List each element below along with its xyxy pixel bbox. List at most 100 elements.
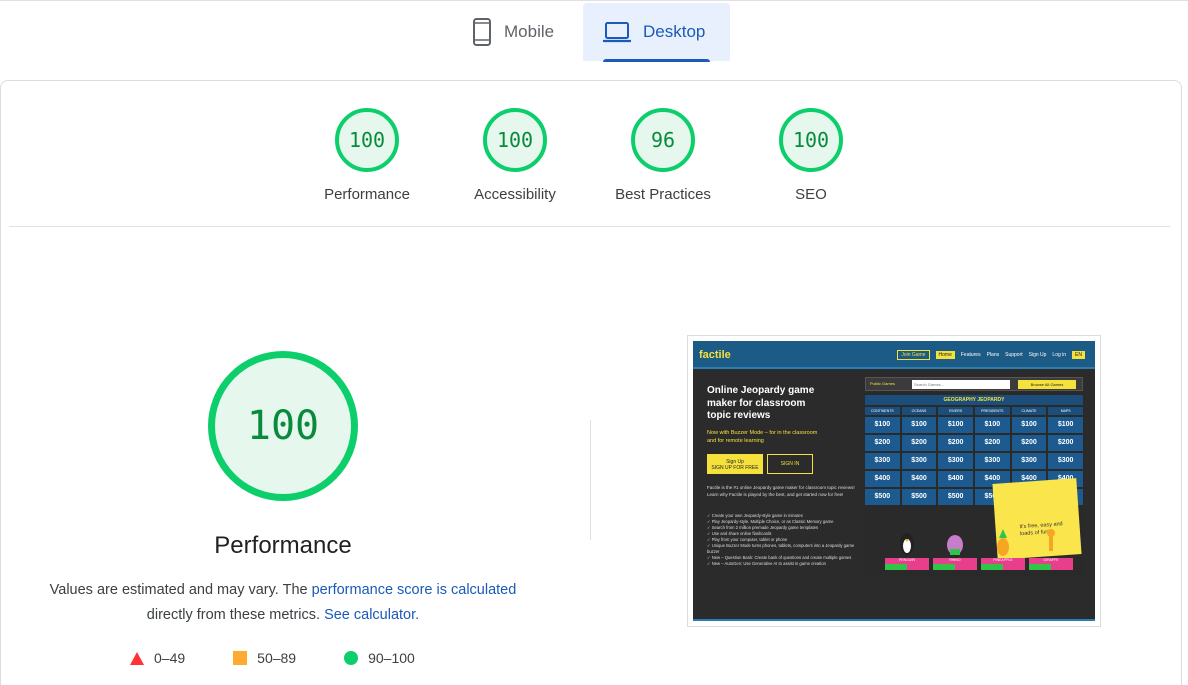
shot-cell: $500 (865, 489, 900, 505)
legend-range: 90–100 (368, 650, 415, 666)
shot-subheadline: Now with Buzzer Mode – for in the classr… (707, 430, 818, 444)
shot-browse: Browse All Games (1018, 380, 1076, 389)
shot-bottom-bar (693, 619, 1095, 621)
phone-icon (473, 18, 491, 46)
shot-search: Search Games... (912, 380, 1010, 389)
legend-fail: 0–49 (130, 650, 185, 666)
performance-title: Performance (214, 532, 352, 559)
score-calculated-link[interactable]: performance score is calculated (312, 582, 517, 598)
circle-icon (344, 651, 359, 665)
shot-game-board: Public Games Search Games... Browse All … (863, 377, 1085, 577)
shot-category: OCEANS (901, 407, 937, 415)
shot-cell: $200 (1048, 435, 1083, 451)
shot-cell: $400 (938, 471, 973, 487)
shot-category: CLIMATE (1011, 407, 1047, 415)
gauge-seo[interactable]: 100 SEO (746, 108, 876, 203)
triangle-icon (130, 651, 144, 665)
active-tab-indicator (603, 59, 710, 62)
shot-cell: $200 (901, 435, 937, 451)
shot-cell: $300 (1048, 453, 1083, 469)
gauge-best-practices[interactable]: 96 Best Practices (598, 108, 728, 203)
pineapple-icon (981, 527, 1025, 557)
shot-cell: $500 (938, 489, 973, 505)
laptop-icon (603, 22, 631, 43)
shot-cell: $300 (1011, 453, 1047, 469)
shot-public-games: Public Games (870, 381, 895, 386)
shot-cell: $100 (1011, 417, 1047, 433)
shot-player: RHINO (933, 527, 977, 570)
shot-player-controls (981, 564, 1025, 570)
shot-cell: $200 (1011, 435, 1047, 451)
shot-cell: $200 (865, 435, 900, 451)
legend-average: 50–89 (233, 650, 296, 666)
shot-cell: $100 (975, 417, 1010, 433)
gauge-label: SEO (795, 186, 827, 203)
gauge-label: Accessibility (474, 186, 556, 203)
shot-support: Support (1005, 352, 1023, 358)
shot-category: PRESIDENTS (975, 407, 1010, 415)
gauge-score: 100 (779, 108, 843, 172)
gauge-accessibility[interactable]: 100 Accessibility (450, 108, 580, 203)
gauge-performance[interactable]: 100 Performance (302, 108, 432, 203)
shot-logo: factile (699, 349, 731, 361)
shot-cell: $100 (938, 417, 973, 433)
shot-features: Features (960, 352, 981, 358)
shot-player-controls (885, 564, 929, 570)
shot-headline: Online Jeopardy game maker for classroom… (707, 385, 815, 421)
shot-cell: $400 (901, 471, 937, 487)
shot-paragraph: Factile is the #1 online Jeopardy game m… (707, 485, 855, 497)
shot-login: Log in (1052, 352, 1067, 358)
square-icon (233, 651, 248, 665)
shot-search-bar: Public Games Search Games... Browse All … (865, 377, 1083, 391)
shot-cell: $100 (901, 417, 937, 433)
shot-feature: ✓ New – AutoGen: Use Generative AI to as… (707, 561, 826, 566)
shot-feature: ✓ Unique Buzzer Mode turns phones, table… (707, 543, 855, 554)
rhino-icon (933, 527, 977, 557)
shot-players: PENGUIN RHINO PINEAPPLE GIRAFFE (885, 527, 1073, 570)
final-screenshot[interactable]: factile Join Game Home Features Plans Su… (687, 335, 1101, 627)
legend-pass: 90–100 (344, 650, 415, 666)
vertical-separator (590, 420, 591, 540)
shot-cell: $200 (938, 435, 973, 451)
shot-cell: $300 (865, 453, 900, 469)
shot-cell: $100 (1048, 417, 1083, 433)
shot-cell: $500 (901, 489, 937, 505)
shot-signin-button: SIGN IN (767, 454, 813, 474)
shot-nav-links: Join Game Home Features Plans Support Si… (897, 350, 1085, 360)
screenshot-image: factile Join Game Home Features Plans Su… (693, 341, 1095, 621)
shot-player: PENGUIN (885, 527, 929, 570)
score-legend: 0–49 50–89 90–100 (130, 650, 463, 666)
shot-board-title: GEOGRAPHY JEOPARDY (865, 395, 1083, 405)
shot-cell: $300 (975, 453, 1010, 469)
shot-category: RIVERS (938, 407, 973, 415)
giraffe-icon (1029, 527, 1073, 557)
tab-mobile[interactable]: Mobile (452, 3, 582, 61)
tab-desktop[interactable]: Desktop (583, 3, 730, 62)
gauge-score: 100 (483, 108, 547, 172)
shot-home: Home (935, 351, 955, 359)
performance-gauge-large: 100 (208, 351, 358, 501)
device-tabs: Mobile Desktop (0, 0, 1188, 62)
desc-text-2: directly from these metrics. (146, 607, 325, 623)
shot-signup-sub: SIGN UP FOR FREE (711, 465, 759, 471)
shot-lang: EN (1072, 351, 1085, 359)
shot-player: GIRAFFE (1029, 527, 1073, 570)
shot-navbar: factile Join Game Home Features Plans Su… (693, 341, 1095, 369)
shot-category: CONTINENTS (865, 407, 900, 415)
penguin-icon (885, 527, 929, 557)
section-divider (9, 226, 1170, 227)
shot-signup: Sign Up (1028, 352, 1047, 358)
gauge-score: 100 (335, 108, 399, 172)
see-calculator-link[interactable]: See calculator. (324, 607, 419, 623)
gauge-score: 96 (631, 108, 695, 172)
shot-category: MAPS (1048, 407, 1083, 415)
shot-join-game: Join Game (897, 350, 930, 360)
shot-player: PINEAPPLE (981, 527, 1025, 570)
legend-range: 0–49 (154, 650, 186, 666)
shot-player-controls (933, 564, 977, 570)
shot-cell: $300 (901, 453, 937, 469)
tab-mobile-label: Mobile (504, 22, 555, 41)
performance-description: Values are estimated and may vary. The p… (30, 578, 536, 628)
gauge-label: Best Practices (615, 186, 711, 203)
shot-feature-list: ✓ Create your own Jeopardy-style game in… (707, 513, 867, 567)
